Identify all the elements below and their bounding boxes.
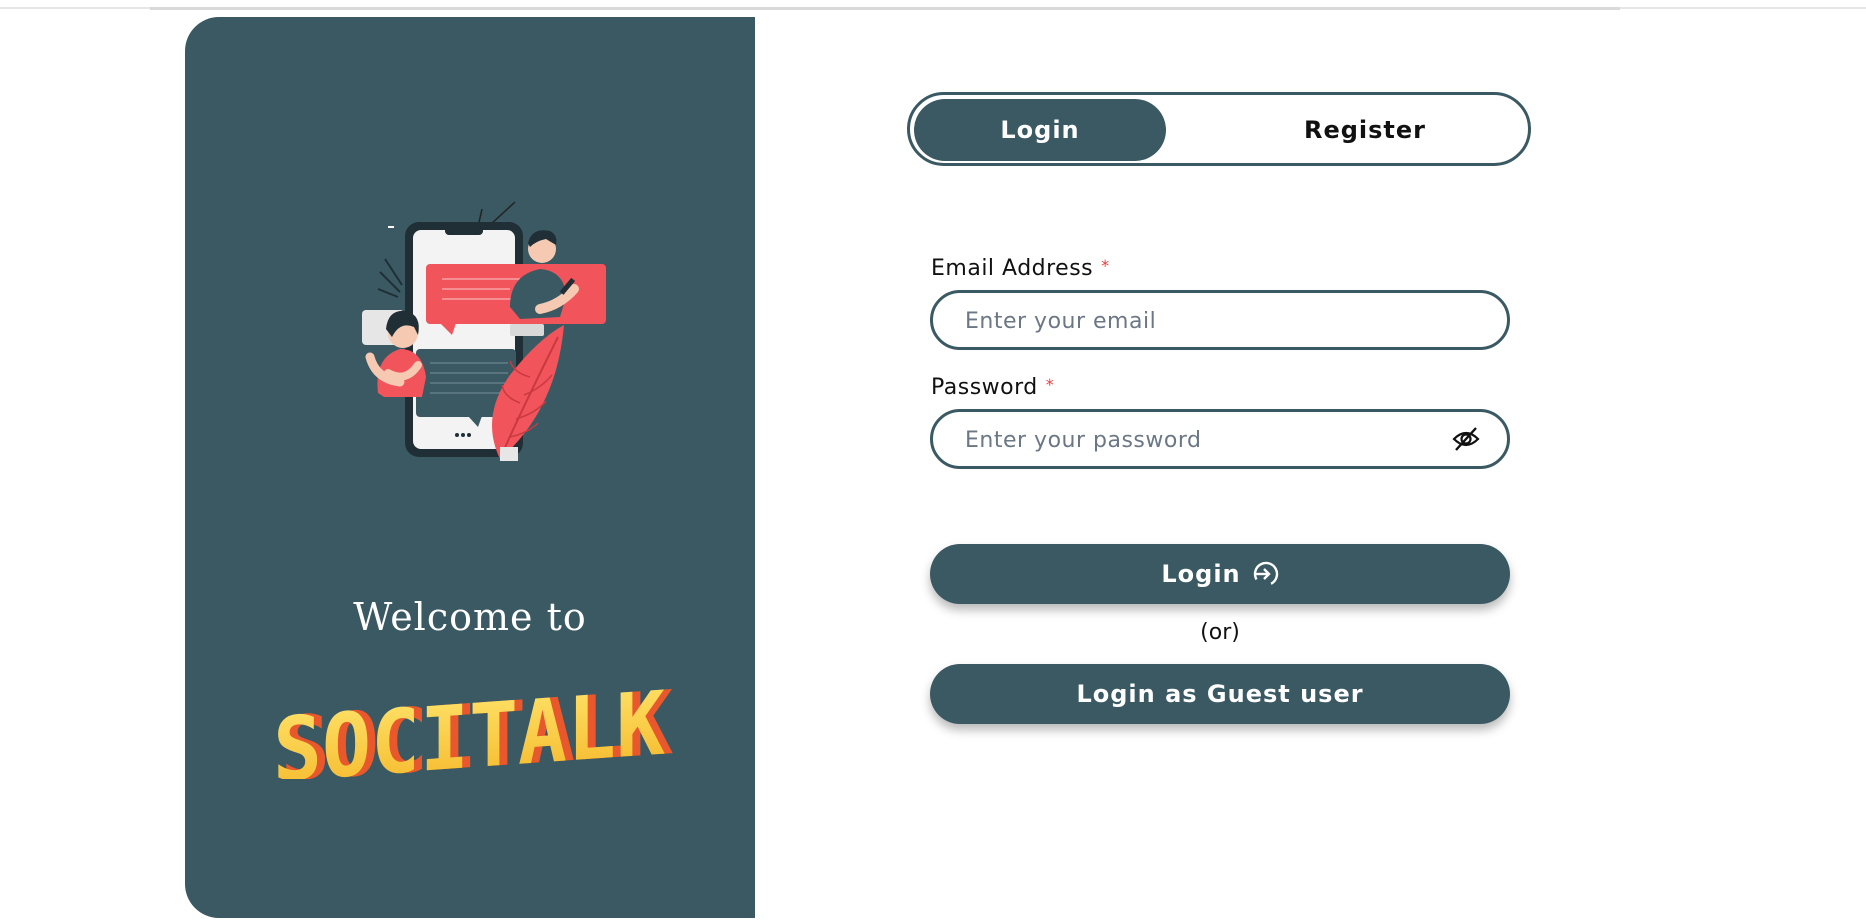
auth-tabs: Login Register [907, 92, 1531, 166]
browser-top-divider [0, 7, 1866, 10]
svg-text:SOCITALK: SOCITALK [273, 685, 665, 779]
required-marker: * [1101, 256, 1110, 275]
or-separator: (or) [1200, 620, 1240, 645]
login-button-label: Login [1161, 560, 1241, 588]
login-button[interactable]: Login [930, 544, 1510, 604]
required-marker: * [1045, 375, 1055, 394]
tab-login[interactable]: Login [914, 99, 1166, 161]
eye-slash-icon[interactable] [1451, 425, 1481, 453]
guest-login-label: Login as Guest user [1076, 680, 1364, 708]
sign-in-icon [1253, 561, 1278, 587]
password-label-text: Password [931, 375, 1038, 400]
password-input[interactable] [963, 412, 1437, 468]
email-label: Email Address * [931, 256, 1110, 281]
welcome-text: Welcome to [353, 595, 587, 639]
guest-login-button[interactable]: Login as Guest user [930, 664, 1510, 724]
socitalk-logo: SOCITALK SOCITALK [273, 685, 673, 779]
chat-illustration [362, 201, 606, 461]
browser-top-divider-inner [150, 7, 1620, 10]
password-label: Password * [931, 375, 1054, 400]
email-field-wrapper [930, 290, 1510, 350]
tab-register[interactable]: Register [1210, 99, 1520, 161]
welcome-panel: Welcome to SOCITALK SOCITALK [185, 17, 755, 918]
email-input[interactable] [963, 293, 1437, 349]
email-label-text: Email Address [931, 256, 1094, 281]
password-field-wrapper [930, 409, 1510, 469]
